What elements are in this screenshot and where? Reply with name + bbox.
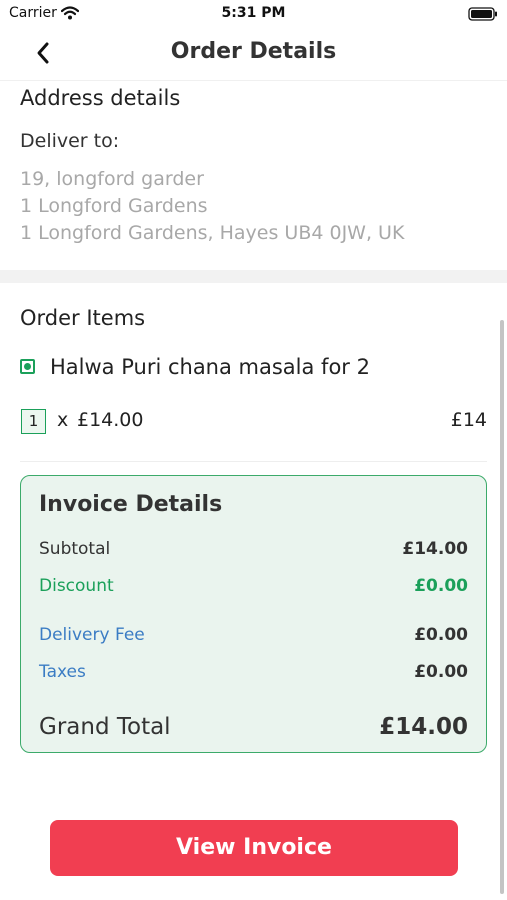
grand-total-value: £14.00: [379, 714, 468, 740]
order-items-heading: Order Items: [20, 306, 146, 330]
address-heading: Address details: [20, 86, 181, 110]
discount-value: £0.00: [414, 576, 468, 596]
address-line: 19, longford garder: [20, 168, 204, 190]
page-title: Order Details: [170, 39, 337, 64]
item-name: Halwa Puri chana masala for 2: [50, 355, 370, 379]
invoice-title: Invoice Details: [39, 492, 223, 517]
grand-total-label: Grand Total: [39, 714, 171, 740]
item-quantity: 1: [21, 409, 46, 434]
status-time: 5:31 PM: [221, 5, 286, 21]
invoice-details-card: Invoice Details Subtotal £14.00 Discount…: [20, 475, 487, 753]
discount-label: Discount: [39, 576, 114, 596]
deliver-to-label: Deliver to:: [20, 130, 120, 152]
taxes-value: £0.00: [414, 662, 468, 682]
address-line: 1 Longford Gardens, Hayes UB4 0JW, UK: [20, 222, 405, 244]
battery-icon: [468, 6, 498, 25]
item-line-total: £14: [450, 409, 487, 431]
subtotal-label: Subtotal: [39, 539, 111, 559]
items-divider: [20, 461, 487, 462]
view-invoice-button[interactable]: View Invoice: [50, 820, 458, 876]
veg-indicator-icon: [20, 359, 35, 374]
delivery-fee-label[interactable]: Delivery Fee: [39, 625, 145, 645]
order-items-section: Order Items Halwa Puri chana masala for …: [0, 283, 507, 900]
address-line: 1 Longford Gardens: [20, 195, 208, 217]
quantity-multiplier: x: [57, 409, 69, 431]
taxes-label[interactable]: Taxes: [39, 662, 86, 682]
delivery-fee-value: £0.00: [414, 625, 468, 645]
scrollbar[interactable]: [500, 320, 504, 894]
address-section: Address details Deliver to: 19, longford…: [0, 82, 507, 269]
section-divider: [0, 270, 507, 283]
status-bar: Carrier 5:31 PM: [0, 0, 507, 30]
item-unit-price: £14.00: [77, 409, 144, 431]
subtotal-value: £14.00: [402, 539, 468, 559]
navigation-bar: Order Details: [0, 30, 507, 81]
